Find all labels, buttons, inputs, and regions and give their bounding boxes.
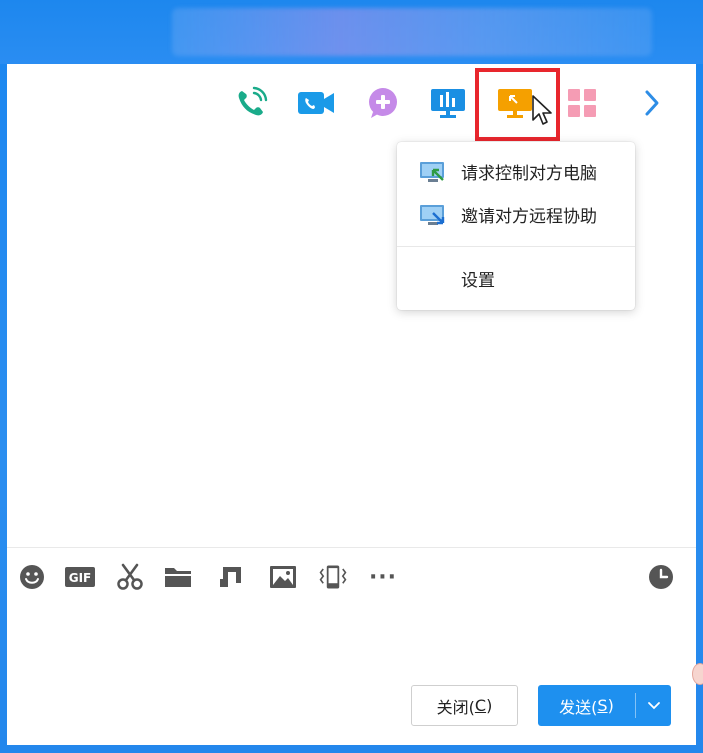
scissors-icon[interactable] [114,562,146,592]
music-icon[interactable] [214,562,246,592]
remote-assist-menu: 请求控制对方电脑 邀请对方远程协助 设置 [397,142,635,310]
menu-item-label: 设置 [461,270,495,291]
close-prefix: 关闭( [436,697,475,717]
menu-item-invite-assist[interactable]: 邀请对方远程协助 [397,195,635,233]
send-hotkey: S [597,696,608,715]
menu-item-label: 请求控制对方电脑 [461,163,597,184]
history-clock-icon[interactable] [645,562,677,592]
more-icon[interactable]: ··· [365,562,401,592]
chevron-right-icon[interactable] [631,84,671,122]
input-toolbar: GIF ··· [7,558,696,598]
screen-share-icon[interactable] [428,84,468,122]
close-hotkey: C [474,696,487,715]
menu-item-request-control[interactable]: 请求控制对方电脑 [397,152,635,190]
request-control-icon [420,162,444,182]
shake-icon[interactable] [317,562,349,592]
gif-icon[interactable]: GIF [64,562,96,592]
image-icon[interactable] [267,562,299,592]
partial-edge-icon [692,663,703,685]
emoji-icon[interactable] [16,562,48,592]
title-blurred [172,8,652,56]
send-suffix: ) [607,696,614,715]
top-toolbar [7,64,696,144]
close-suffix: ) [486,696,493,715]
video-call-icon[interactable] [296,84,336,122]
phone-icon[interactable] [231,84,271,122]
mouse-cursor-icon [532,95,552,125]
send-button[interactable]: 发送(S) [538,685,635,726]
input-divider [7,547,696,548]
invite-assist-icon [420,205,445,225]
menu-item-label: 邀请对方远程协助 [461,206,597,227]
chevron-down-icon [647,701,660,709]
chat-content: 请求控制对方电脑 邀请对方远程协助 设置 GIF ··· 关闭(C) 发送(… [7,64,696,745]
send-button-group: 发送(S) [538,685,671,726]
folder-icon[interactable] [162,562,194,592]
chat-window: 请求控制对方电脑 邀请对方远程协助 设置 GIF ··· 关闭(C) 发送(… [0,0,703,753]
add-chat-icon[interactable] [363,84,403,122]
gif-label: GIF [69,571,92,585]
menu-divider [397,246,635,247]
apps-grid-icon[interactable] [562,84,602,122]
menu-item-settings[interactable]: 设置 [397,259,635,297]
title-bar[interactable] [0,0,703,64]
send-options-dropdown[interactable] [636,685,671,726]
close-button[interactable]: 关闭(C) [411,685,518,726]
send-prefix: 发送( [559,697,598,717]
